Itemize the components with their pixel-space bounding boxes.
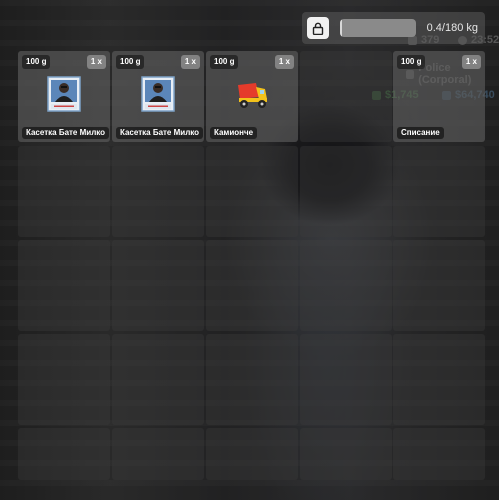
inventory-slot-3[interactable]: 100 g 1 x Камионче [206, 51, 298, 142]
inventory-slot-1[interactable]: 100 g 1 x Касетка Бате Милко [18, 51, 110, 142]
inventory-slot-19[interactable] [300, 334, 392, 425]
inventory-slot-24[interactable] [300, 428, 392, 480]
item-weight: 100 g [397, 55, 426, 69]
inventory-slot-10[interactable] [393, 146, 485, 237]
item-weight: 100 g [116, 55, 145, 69]
weight-progress-bar [340, 19, 416, 37]
inventory-slot-6[interactable] [18, 146, 110, 237]
inventory-slot-15[interactable] [393, 240, 485, 331]
inventory-slot-17[interactable] [112, 334, 204, 425]
item-weight: 100 g [210, 55, 239, 69]
inventory-slot-13[interactable] [206, 240, 298, 331]
inventory-slot-20[interactable] [393, 334, 485, 425]
inventory-slot-23[interactable] [206, 428, 298, 480]
toy-truck-icon [238, 83, 267, 108]
item-quantity: 1 x [461, 55, 481, 69]
inventory-slot-18[interactable] [206, 334, 298, 425]
inventory-slot-11[interactable] [18, 240, 110, 331]
inventory-slot-21[interactable] [18, 428, 110, 480]
inventory-slot-5[interactable]: 100 g 1 x Списание [393, 51, 485, 142]
item-quantity: 1 x [180, 55, 200, 69]
item-weight: 100 g [22, 55, 51, 69]
item-quantity: 1 x [274, 55, 294, 69]
cassette-portrait-icon [47, 76, 81, 112]
weight-progress-fill [340, 19, 342, 37]
inventory-slot-14[interactable] [300, 240, 392, 331]
inventory-slot-25[interactable] [393, 428, 485, 480]
inventory-slot-8[interactable] [206, 146, 298, 237]
inventory-slot-16[interactable] [18, 334, 110, 425]
item-name: Списание [397, 127, 444, 139]
item-name: Камионче [210, 127, 258, 139]
inventory-slot-4[interactable] [300, 51, 392, 142]
inventory-slot-22[interactable] [112, 428, 204, 480]
item-name: Касетка Бате Милко [22, 127, 110, 139]
inventory-slot-9[interactable] [300, 146, 392, 237]
item-quantity: 1 x [86, 55, 106, 69]
inventory-slot-12[interactable] [112, 240, 204, 331]
cassette-portrait-icon [141, 76, 175, 112]
lock-icon [312, 22, 324, 35]
inventory-slot-7[interactable] [112, 146, 204, 237]
weight-text: 0.4/180 kg [426, 22, 478, 34]
item-name: Касетка Бате Милко [116, 127, 204, 139]
inventory-slot-2[interactable]: 100 g 1 x Касетка Бате Милко [112, 51, 204, 142]
lock-button[interactable] [307, 17, 329, 39]
